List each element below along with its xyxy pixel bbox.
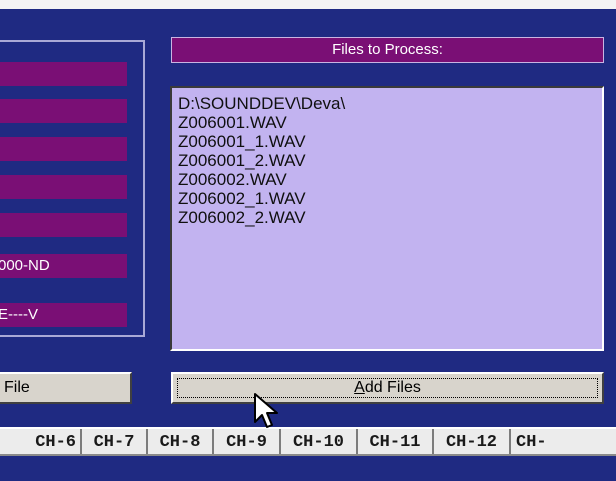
files-to-process-title: Files to Process:	[171, 37, 604, 63]
mouse-cursor-icon	[254, 393, 278, 428]
tab-ch-12[interactable]: CH-12	[434, 429, 511, 454]
tab-ch-7[interactable]: CH-7	[82, 429, 148, 454]
add-files-button[interactable]: Add Files	[171, 372, 604, 404]
files-list[interactable]: D:\SOUNDDEV\Deva\ Z006001.WAV Z006001_1.…	[170, 86, 604, 351]
tab-ch-partial[interactable]: CH-	[511, 429, 616, 454]
add-files-label: Add Files	[354, 379, 421, 396]
list-item[interactable]: Z006001_1.WAV	[178, 132, 596, 151]
left-field-1[interactable]	[0, 62, 127, 86]
tab-ch-8[interactable]: CH-8	[148, 429, 214, 454]
list-item[interactable]: Z006002.WAV	[178, 170, 596, 189]
channel-tabs: CH-6 CH-7 CH-8 CH-9 CH-10 CH-11 CH-12 CH…	[0, 427, 616, 456]
left-field-2[interactable]	[0, 99, 127, 123]
left-field-5[interactable]	[0, 213, 127, 237]
list-item-path[interactable]: D:\SOUNDDEV\Deva\	[178, 94, 596, 113]
list-item[interactable]: Z006002_2.WAV	[178, 208, 596, 227]
left-field-7[interactable]: E----V	[0, 303, 127, 327]
list-item[interactable]: Z006001_2.WAV	[178, 151, 596, 170]
file-button[interactable]: File	[0, 372, 132, 404]
top-border-strip	[0, 0, 616, 9]
tab-ch-6[interactable]: CH-6	[0, 429, 82, 454]
list-item[interactable]: Z006001.WAV	[178, 113, 596, 132]
left-field-4[interactable]	[0, 175, 127, 199]
left-settings-panel: 000-ND E----V	[0, 40, 145, 337]
file-button-label: File	[4, 379, 30, 396]
tab-ch-11[interactable]: CH-11	[358, 429, 434, 454]
left-field-3[interactable]	[0, 137, 127, 161]
left-field-6[interactable]: 000-ND	[0, 254, 127, 278]
list-item[interactable]: Z006002_1.WAV	[178, 189, 596, 208]
tab-ch-10[interactable]: CH-10	[281, 429, 358, 454]
